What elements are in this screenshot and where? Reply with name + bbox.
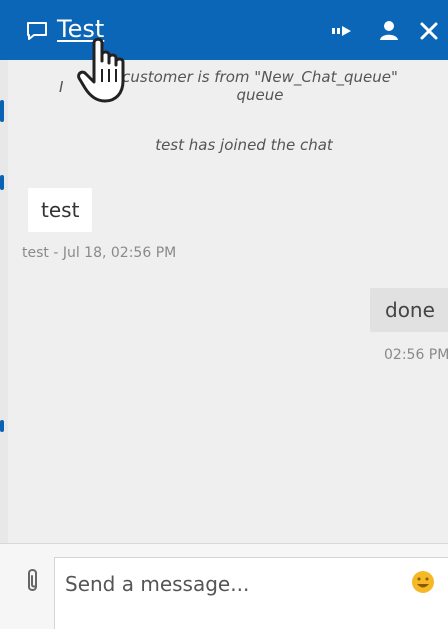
message-list[interactable]: I customer is from "New_Chat_queue" queu… [8,60,448,543]
incoming-message-bubble: test [28,188,93,232]
emoji-icon[interactable] [409,568,437,596]
chat-window: Test I customer is from "New_Chat_queue"… [0,0,448,629]
system-message-queue: customer is from "New_Chat_queue" queue [122,68,398,104]
incoming-message-meta: test - Jul 18, 02:56 PM [22,245,177,261]
edge-indicator [0,420,4,432]
message-composer [0,543,448,629]
chat-icon [26,20,48,42]
system-message-joined: test has joined the chat [155,136,333,154]
user-icon[interactable] [376,18,402,44]
close-icon[interactable] [416,18,442,44]
left-window-edge [0,0,8,629]
chat-header: Test [0,0,448,60]
edge-indicator [0,100,4,122]
transfer-chat-icon[interactable] [330,18,356,44]
paperclip-icon[interactable] [24,567,42,595]
message-input-container [54,557,448,629]
edge-indicator [0,175,4,190]
outgoing-message-time: 02:56 PM [384,347,448,363]
message-input[interactable] [63,567,387,601]
outgoing-message-bubble: done [370,288,448,332]
hand-cursor-icon [74,31,132,109]
